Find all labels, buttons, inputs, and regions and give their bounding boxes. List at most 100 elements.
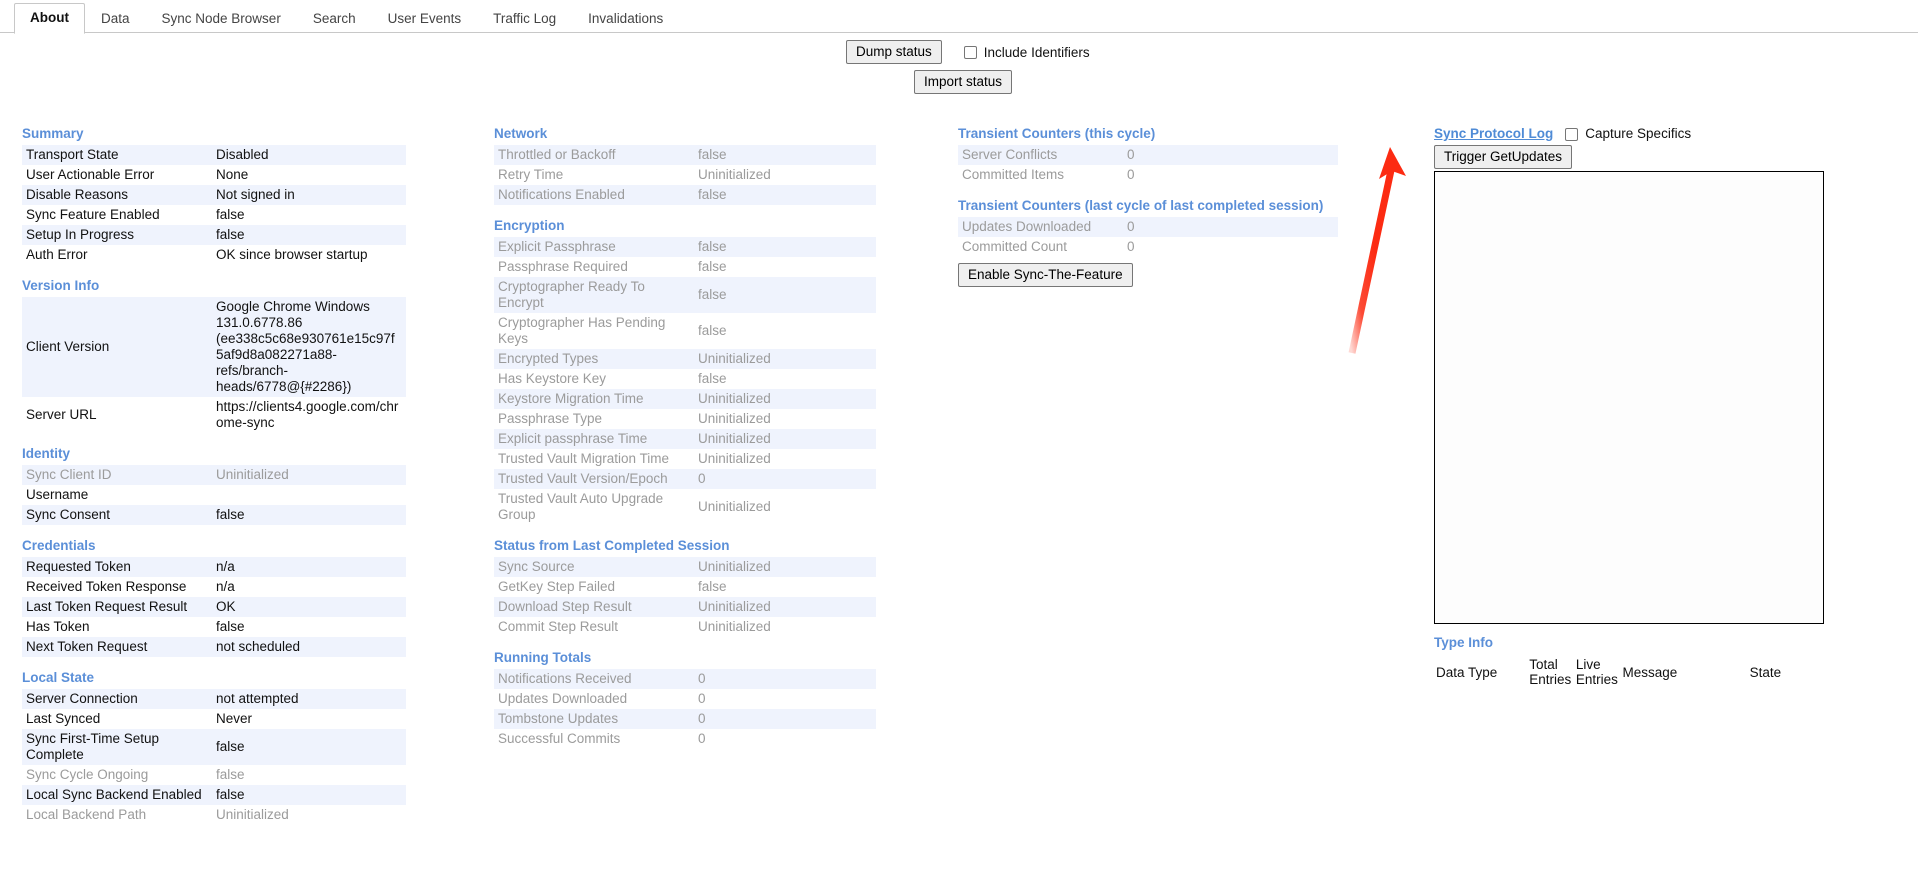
tab-invalidations[interactable]: Invalidations [572, 4, 679, 34]
stat-value: Uninitialized [698, 559, 771, 574]
capture-specifics-checkbox[interactable] [1565, 127, 1579, 141]
stat-row: Throttled or Backoff false [494, 145, 876, 165]
column-middle: Network Throttled or Backoff false Retry T… [494, 126, 894, 749]
tab-search[interactable]: Search [297, 4, 372, 34]
sync-protocol-log-link[interactable]: Sync Protocol Log [1434, 126, 1553, 142]
stat-key: Requested Token [26, 559, 131, 574]
tab-traffic-log[interactable]: Traffic Log [477, 4, 572, 34]
table-local-state: Server Connection not attempted Last Synce… [22, 689, 406, 825]
stat-key: Last Token Request Result [26, 599, 188, 614]
type-info-col-state: State [1749, 664, 1782, 680]
stat-row: Auth Error OK since browser startup [22, 245, 406, 265]
table-network: Throttled or Backoff false Retry Time Unini… [494, 145, 876, 205]
stat-key: User Actionable Error [26, 167, 155, 182]
stat-value: Uninitialized [698, 411, 771, 426]
stat-row: Sync Cycle Ongoing false [22, 765, 406, 785]
tab-data-label: Data [100, 11, 130, 26]
stat-row: Passphrase Type Uninitialized [494, 409, 876, 429]
stat-row: Passphrase Required false [494, 257, 876, 277]
protocol-log-output[interactable] [1434, 171, 1824, 624]
stat-row: Server URL https://clients4.google.com/ch… [22, 397, 406, 433]
column-left: Summary Transport State Disabled User Acti… [22, 126, 442, 825]
stat-row: User Actionable Error None [22, 165, 406, 185]
stat-value: Not signed in [216, 187, 295, 202]
stat-row: Disable Reasons Not signed in [22, 185, 406, 205]
stat-row: Transport State Disabled [22, 145, 406, 165]
stat-key: Explicit Passphrase [498, 239, 616, 254]
stat-value: false [698, 579, 727, 594]
table-last-session: Sync Source Uninitialized GetKey Step Fail… [494, 557, 876, 637]
import-status-button[interactable]: Import status [914, 70, 1013, 94]
include-identifiers-checkbox[interactable] [963, 45, 977, 59]
trigger-getupdates-button[interactable]: Trigger GetUpdates [1434, 145, 1573, 169]
stat-key: Throttled or Backoff [498, 147, 616, 162]
stat-value: false [216, 787, 245, 802]
stat-key: Encrypted Types [498, 351, 599, 366]
tab-data[interactable]: Data [85, 4, 146, 34]
stat-value: false [698, 187, 727, 202]
stat-row: Successful Commits 0 [494, 729, 876, 749]
stat-row: Has Token false [22, 617, 406, 637]
stat-row: Local Backend Path Uninitialized [22, 805, 406, 825]
stat-value: Uninitialized [698, 167, 771, 182]
type-info-header-row: Data Type Total Entries Live Entries Mes… [1434, 654, 1824, 690]
stat-key: Sync Feature Enabled [26, 207, 160, 222]
stat-key: Has Token [26, 619, 90, 634]
stat-row: Next Token Request not scheduled [22, 637, 406, 657]
table-credentials: Requested Token n/a Received Token Respons… [22, 557, 406, 657]
stat-row: Explicit Passphrase false [494, 237, 876, 257]
import-status-row: Import status [914, 70, 1013, 94]
stat-key: Trusted Vault Migration Time [498, 451, 670, 466]
stat-row: Last Token Request Result OK [22, 597, 406, 617]
stat-row: Cryptographer Has Pending Keys false [494, 313, 876, 349]
action-bar: Dump status Include Identifiers Import s… [0, 33, 1918, 94]
stat-key: Server URL [26, 407, 97, 422]
section-heading-credentials: Credentials [22, 538, 96, 553]
stat-row: Retry Time Uninitialized [494, 165, 876, 185]
stat-row: Sync Consent false [22, 505, 406, 525]
stat-value: 0 [698, 691, 706, 706]
enable-sync-feature-row: Enable Sync-The-Feature [958, 263, 1358, 287]
section-heading-local-state: Local State [22, 670, 95, 685]
stat-key: Updates Downloaded [962, 219, 1092, 234]
stat-key: Client Version [26, 339, 110, 354]
table-identity: Sync Client ID Uninitialized Username Sync … [22, 465, 406, 525]
tab-user-events[interactable]: User Events [372, 4, 478, 34]
stat-row: Trusted Vault Auto Upgrade Group Uninitia… [494, 489, 876, 525]
stat-row: Keystore Migration Time Uninitialized [494, 389, 876, 409]
stat-key: Passphrase Type [498, 411, 603, 426]
enable-sync-the-feature-button[interactable]: Enable Sync-The-Feature [958, 263, 1133, 287]
stat-row: Tombstone Updates 0 [494, 709, 876, 729]
stat-row: Last Synced Never [22, 709, 406, 729]
stat-key: Next Token Request [26, 639, 148, 654]
section-heading-network: Network [494, 126, 548, 141]
protocol-log-header: Sync Protocol Log Capture Specifics [1434, 126, 1854, 142]
stat-value: false [216, 767, 245, 782]
stat-row: GetKey Step Failed false [494, 577, 876, 597]
tab-about[interactable]: About [14, 3, 85, 34]
stat-value: Uninitialized [698, 599, 771, 614]
stat-value: Uninitialized [698, 451, 771, 466]
stat-key: Disable Reasons [26, 187, 129, 202]
stat-value: false [216, 619, 245, 634]
table-summary: Transport State Disabled User Actionable E… [22, 145, 406, 265]
stat-value: Disabled [216, 147, 269, 162]
stat-row: Updates Downloaded 0 [958, 217, 1338, 237]
table-encryption: Explicit Passphrase false Passphrase Requi… [494, 237, 876, 525]
stat-value: false [216, 739, 245, 754]
stat-key: Trusted Vault Auto Upgrade Group [498, 491, 664, 522]
stat-value: Google Chrome Windows 131.0.6778.86 (ee3… [216, 299, 395, 394]
stat-key: Setup In Progress [26, 227, 135, 242]
stat-key: Keystore Migration Time [498, 391, 644, 406]
stat-row: Server Conflicts 0 [958, 145, 1338, 165]
stat-value: false [698, 239, 727, 254]
tab-list: About Data Sync Node Browser Search User… [14, 0, 1918, 34]
stat-value: not attempted [216, 691, 299, 706]
stat-row: Sync Client ID Uninitialized [22, 465, 406, 485]
tab-sync-node-browser[interactable]: Sync Node Browser [146, 4, 297, 34]
stat-row: Sync Feature Enabled false [22, 205, 406, 225]
dump-status-button[interactable]: Dump status [846, 40, 942, 64]
tab-traffic-log-label: Traffic Log [493, 11, 557, 26]
stat-row: Received Token Response n/a [22, 577, 406, 597]
stat-value: Uninitialized [698, 619, 771, 634]
